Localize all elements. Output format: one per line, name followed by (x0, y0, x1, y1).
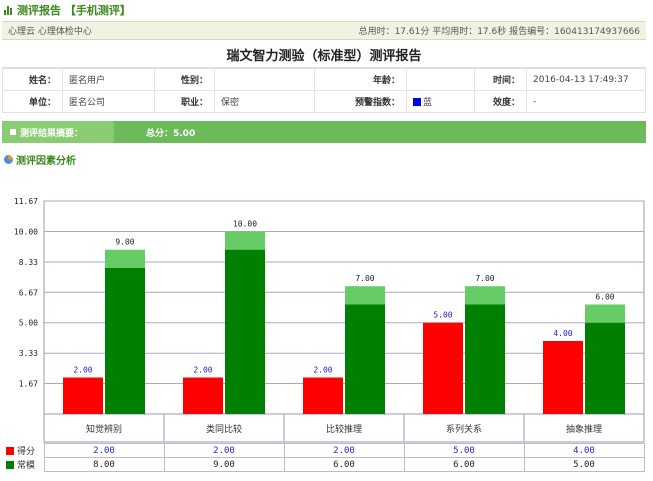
score-bar (63, 377, 103, 414)
bar-chart-icon (4, 5, 14, 15)
name-label: 姓名： (2, 68, 63, 91)
table-cell: 6.00 (283, 457, 405, 472)
score-bar (543, 340, 583, 414)
square-bullet-icon (10, 129, 16, 135)
warn-text: 蓝 (423, 98, 433, 108)
score-bar (303, 377, 343, 414)
score-legend: 得分 (4, 444, 44, 458)
score-legend-swatch (6, 447, 14, 455)
validity-label: 效度： (474, 90, 527, 113)
summary-bar: 测评结果摘要： 总分：5.00 (2, 121, 646, 143)
report-title: 瑞文智力测验（标准型）测评报告 (2, 41, 646, 68)
score-value-label: 2.00 (193, 365, 212, 374)
warn-color-swatch (413, 98, 421, 106)
name-value: 匿名用户 (62, 68, 155, 91)
norm-value-label: 9.00 (115, 238, 134, 247)
norm-bar (105, 267, 145, 414)
report-stats: 总用时：17.61分 平均用时：17.6秒 报告编号：1604131749376… (358, 27, 640, 37)
table-row-score: 得分 2.00 2.00 2.00 5.00 4.00 (4, 443, 645, 458)
category-label: 类同比较 (206, 423, 242, 435)
table-cell: 2.00 (283, 443, 405, 458)
page-title: 测评报告 【手机测评】 (17, 4, 131, 17)
info-row: 姓名： 匿名用户 性别： 年龄： 时间： 2016-04-13 17:49:37 (2, 68, 646, 91)
table-row-norm: 常模 8.00 9.00 6.00 6.00 5.00 (4, 457, 645, 472)
table-cell: 2.00 (43, 443, 165, 458)
unit-value: 匿名公司 (62, 90, 155, 113)
job-label: 职业： (154, 90, 215, 113)
table-cell: 5.00 (403, 443, 525, 458)
norm-value-label: 6.00 (595, 292, 614, 301)
norm-bar (225, 249, 265, 414)
gender-label: 性别： (154, 68, 215, 91)
category-label: 抽象推理 (566, 423, 602, 435)
norm-value-label: 10.00 (233, 219, 257, 228)
unit-label: 单位： (2, 90, 63, 113)
y-tick-label: 1.67 (19, 380, 38, 389)
category-label: 比较推理 (326, 423, 362, 435)
age-value (406, 68, 475, 91)
score-value-label: 2.00 (313, 365, 332, 374)
norm-row-name: 常模 (17, 461, 36, 471)
table-cell: 8.00 (43, 457, 165, 472)
score-row-name: 得分 (17, 447, 36, 457)
y-tick-label: 10.00 (14, 227, 38, 236)
time-label: 时间： (474, 68, 527, 91)
table-cell: 2.00 (163, 443, 285, 458)
table-cell: 5.00 (523, 457, 645, 472)
info-table: 姓名： 匿名用户 性别： 年龄： 时间： 2016-04-13 17:49:37… (2, 68, 646, 113)
summary-value: 总分：5.00 (146, 128, 196, 139)
score-bar (183, 377, 223, 414)
section-title: 测评因素分析 (4, 152, 76, 167)
table-cell: 9.00 (163, 457, 285, 472)
data-table: 得分 2.00 2.00 2.00 5.00 4.00 常模 8.00 9.00… (4, 443, 645, 472)
norm-bar (345, 304, 385, 414)
norm-bar-top (465, 286, 505, 305)
factor-bar-chart: 1.67 3.33 5.00 6.67 8.33 10.00 11.67 2.00 9.00 知觉… (14, 197, 645, 443)
section-title-text: 测评因素分析 (16, 156, 76, 167)
norm-value-label: 7.00 (355, 274, 374, 283)
age-label: 年龄： (314, 68, 407, 91)
norm-bar-top (585, 304, 625, 323)
norm-bar-top (345, 286, 385, 305)
page-header: 测评报告 【手机测评】 (4, 2, 131, 18)
validity-value: - (526, 90, 646, 113)
y-tick-label: 11.67 (14, 197, 38, 206)
y-tick-label: 8.33 (19, 258, 38, 267)
norm-bar-top (225, 231, 265, 250)
norm-bar-top (105, 249, 145, 268)
warn-value: 蓝 (406, 90, 475, 113)
table-cell: 4.00 (523, 443, 645, 458)
norm-legend: 常模 (4, 458, 44, 472)
time-value: 2016-04-13 17:49:37 (526, 68, 646, 91)
norm-bar (585, 322, 625, 414)
pie-chart-icon (4, 155, 13, 164)
info-row: 单位： 匿名公司 职业： 保密 预警指数： 蓝 效度： - (2, 90, 646, 113)
y-tick-label: 3.33 (19, 349, 38, 358)
category-label: 系列关系 (446, 423, 482, 435)
score-bar (423, 322, 463, 414)
norm-value-label: 7.00 (475, 274, 494, 283)
warn-label: 预警指数： (314, 90, 407, 113)
y-tick-label: 5.00 (19, 319, 38, 328)
category-label: 知觉辨别 (86, 423, 122, 435)
org-name: 心理云 心理体检中心 (8, 27, 92, 37)
norm-bar (465, 304, 505, 414)
score-value-label: 5.00 (433, 311, 452, 320)
job-value: 保密 (214, 90, 315, 113)
y-tick-label: 6.67 (19, 288, 38, 297)
table-cell: 6.00 (403, 457, 525, 472)
gender-value (214, 68, 315, 91)
score-value-label: 2.00 (73, 365, 92, 374)
summary-label: 测评结果摘要： (20, 128, 84, 139)
norm-legend-swatch (6, 461, 14, 469)
report-meta-bar: 心理云 心理体检中心 总用时：17.61分 平均用时：17.6秒 报告编号：16… (2, 21, 646, 40)
summary-label-cell: 测评结果摘要： (2, 121, 114, 143)
score-value-label: 4.00 (553, 329, 572, 338)
